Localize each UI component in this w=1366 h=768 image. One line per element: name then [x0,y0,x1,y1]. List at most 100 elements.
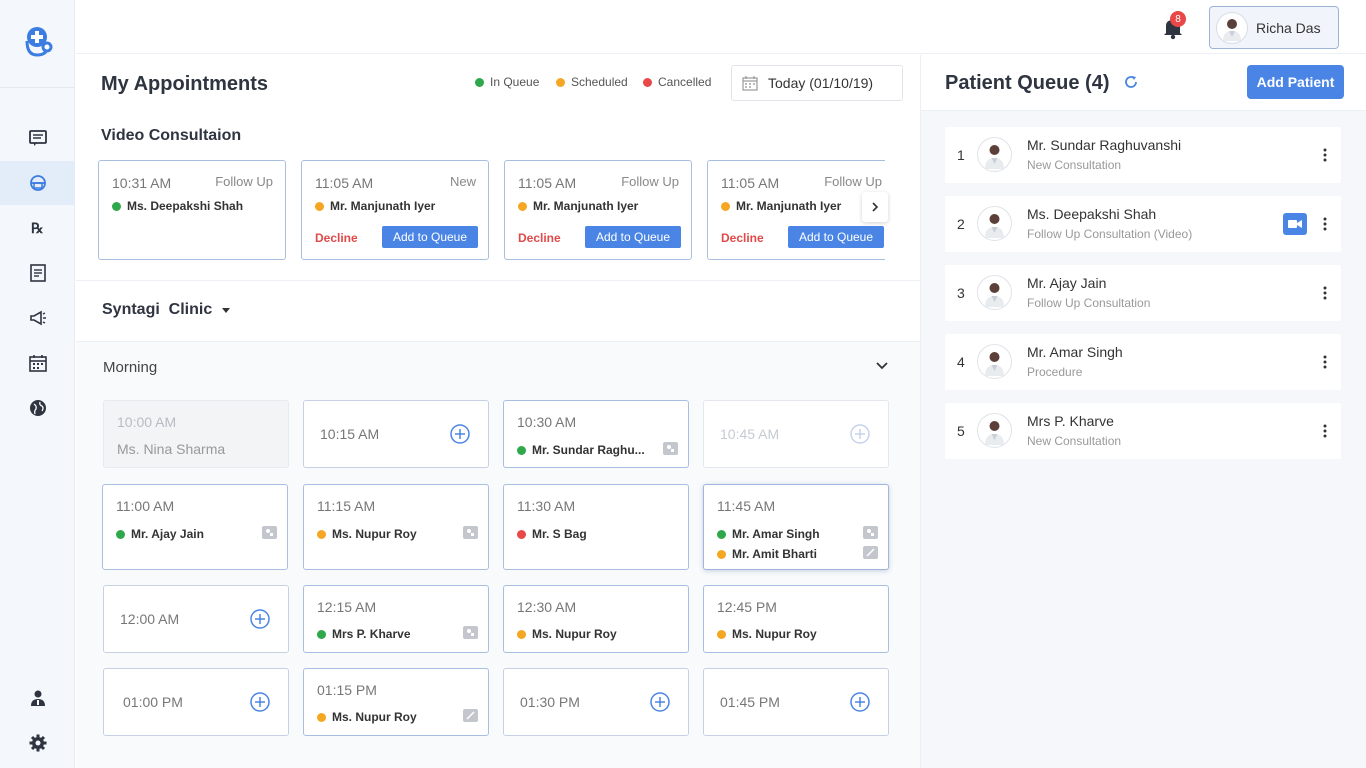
add-circle-icon[interactable] [250,692,270,712]
refresh-icon[interactable] [1123,74,1139,90]
sidebar-item-calendar[interactable] [0,341,75,385]
avatar [1216,11,1248,44]
sidebar-item-web[interactable] [0,386,75,430]
patient-name: Mr. Manjunath Iyer [330,199,436,213]
sidebar-item-prescription[interactable]: ℞ [0,206,75,250]
status-dot [717,629,726,639]
user-name: Richa Das [1256,19,1321,36]
time-slot[interactable]: 10:15 AM [303,400,489,468]
add-circle-icon[interactable] [250,609,270,629]
patient-name: Ms. Nupur Roy [332,710,417,724]
add-circle-icon[interactable] [850,424,870,444]
time-slot[interactable]: 11:15 AM Ms. Nupur Roy [303,484,489,570]
status-dot [717,529,726,539]
sidebar-item-campaigns[interactable] [0,296,75,340]
queue-item[interactable]: 5 Mrs P. Kharve New Consultation [945,403,1341,459]
status-dot [518,201,527,211]
queue-item[interactable]: 4 Mr. Amar Singh Procedure [945,334,1341,390]
green-dot [475,77,484,87]
video-section-title: Video Consultaion [101,127,242,144]
time-slot[interactable]: 01:00 PM [103,668,289,736]
chevron-down-icon[interactable] [876,362,888,370]
slot-time: 12:30 AM [517,599,577,615]
time-slot[interactable]: 10:30 AM Mr. Sundar Raghu... [503,400,689,468]
video-card[interactable]: 10:31 AM Follow Up Ms. Deepakshi Shah [98,160,286,260]
legend-scheduled: Scheduled [556,75,628,89]
add-circle-icon[interactable] [650,692,670,712]
queue-item[interactable]: 3 Mr. Ajay Jain Follow Up Consultation [945,265,1341,321]
clinic-selector[interactable]: Syntagi Clinic [102,301,231,319]
doctor-avatar-icon [977,137,1012,172]
app-logo[interactable] [0,0,75,88]
time-slot[interactable]: 11:30 AM Mr. S Bag [503,484,689,570]
consultation-type: New Consultation [1027,158,1122,172]
time-slot[interactable]: 01:30 PM [503,668,689,736]
add-circle-icon[interactable] [450,424,470,444]
status-dot [517,445,526,455]
sidebar-item-records[interactable] [0,251,75,295]
status-dot [517,529,526,539]
card-type: Follow Up [215,174,273,189]
queue-item[interactable]: 1 Mr. Sundar Raghuvanshi New Consultatio… [945,127,1341,183]
video-card[interactable]: 11:05 AM Follow Up Mr. Manjunath Iyer De… [504,160,692,260]
clinic-visit-icon [463,626,478,639]
time-slot[interactable]: 10:45 AM [703,400,889,468]
add-to-queue-button[interactable]: Add to Queue [585,226,681,248]
appointments-panel: My Appointments In Queue Scheduled Cance… [76,55,920,768]
queue-item[interactable]: 2 Ms. Deepakshi Shah Follow Up Consultat… [945,196,1341,252]
time-slot: 10:00 AM Ms. Nina Sharma [103,400,289,468]
card-type: New [449,174,476,189]
time-slot[interactable]: 12:30 AM Ms. Nupur Roy [503,585,689,653]
doctor-avatar-icon [977,206,1012,241]
sidebar-item-settings[interactable] [0,721,75,765]
more-options-icon[interactable] [1323,286,1327,300]
sidebar-item-doctors[interactable] [0,676,75,720]
add-circle-icon[interactable] [850,692,870,712]
card-patient: Mr. Manjunath Iyer [518,199,638,213]
more-options-icon[interactable] [1323,217,1327,231]
date-label: Today (01/10/19) [768,75,874,91]
decline-button[interactable]: Decline [518,231,561,245]
user-menu-button[interactable]: Richa Das [1209,6,1339,49]
time-slot[interactable]: 11:45 AM Mr. Amar Singh Mr. Amit Bharti [703,484,889,570]
time-slot[interactable]: 11:00 AM Mr. Ajay Jain [102,484,288,570]
carousel-next-button[interactable] [862,192,888,222]
patient-name: Mrs P. Kharve [332,627,411,641]
patient-name: Mrs P. Kharve [1027,413,1114,429]
patient-name: Mr. S Bag [532,527,587,541]
time-slot[interactable]: 01:15 PM Ms. Nupur Roy [303,668,489,736]
date-picker[interactable]: Today (01/10/19) [731,65,903,101]
more-options-icon[interactable] [1323,355,1327,369]
status-dot [315,201,324,211]
video-card[interactable]: 11:05 AM New Mr. Manjunath Iyer Decline … [301,160,489,260]
time-slot[interactable]: 12:00 AM [103,585,289,653]
slot-time: 01:45 PM [720,694,780,710]
add-patient-button[interactable]: Add Patient [1247,65,1344,99]
more-options-icon[interactable] [1323,424,1327,438]
doctor-avatar-icon [1223,18,1241,41]
video-card[interactable]: 11:05 AM Follow Up Mr. Manjunath Iyer De… [707,160,885,260]
patient-name: Mr. Manjunath Iyer [736,199,842,213]
caret-down-icon [222,307,231,313]
slot-time: 01:15 PM [317,682,377,698]
legend-in-queue: In Queue [475,75,539,89]
slot-patient: Mr. Sundar Raghu... [517,443,645,457]
more-options-icon[interactable] [1323,148,1327,162]
slot-time: 01:30 PM [520,694,580,710]
start-video-button[interactable] [1283,213,1307,235]
status-dot [317,629,326,639]
decline-button[interactable]: Decline [315,231,358,245]
notification-badge: 8 [1170,11,1186,27]
time-slot[interactable]: 01:45 PM [703,668,889,736]
decline-button[interactable]: Decline [721,231,764,245]
add-to-queue-button[interactable]: Add to Queue [382,226,478,248]
patient-name: Ms. Deepakshi Shah [127,199,244,213]
time-slot[interactable]: 12:45 PM Ms. Nupur Roy [703,585,889,653]
legend-label: In Queue [490,75,540,89]
divider [76,280,920,281]
sidebar-item-consult[interactable] [0,161,75,205]
add-to-queue-button[interactable]: Add to Queue [788,226,884,248]
time-slot[interactable]: 12:15 AM Mrs P. Kharve [303,585,489,653]
consultation-type: Follow Up Consultation (Video) [1027,227,1193,241]
sidebar-item-messages[interactable] [0,116,75,160]
